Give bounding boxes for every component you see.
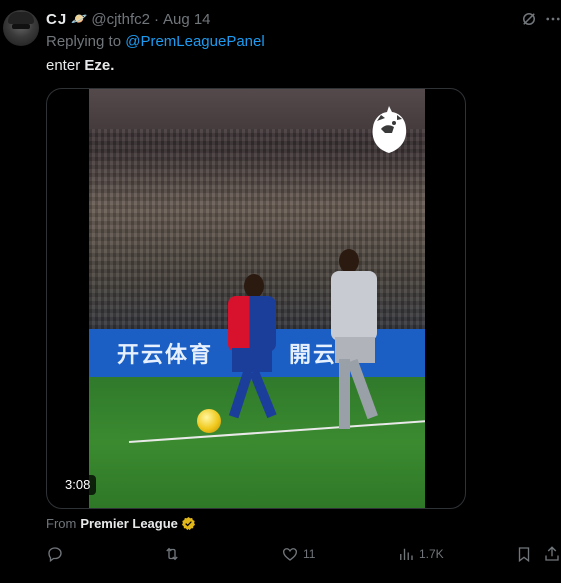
grok-icon[interactable] bbox=[520, 10, 538, 28]
tweet-text-plain: enter bbox=[46, 57, 85, 74]
like-count: 11 bbox=[303, 547, 316, 561]
player-grey bbox=[321, 249, 401, 449]
separator-dot: · bbox=[153, 10, 159, 28]
tweet-text-bold: Eze. bbox=[84, 57, 115, 74]
retweet-icon bbox=[166, 547, 178, 561]
premier-league-lion-icon bbox=[372, 106, 407, 153]
reply-context: Replying to @PremLeaguePanel bbox=[46, 33, 265, 50]
media-source: From Premier League bbox=[46, 516, 196, 531]
football bbox=[197, 409, 221, 433]
author-handle[interactable]: @cjthfc2 bbox=[91, 11, 150, 28]
author-name[interactable]: CJ bbox=[46, 11, 67, 28]
tweet-header: CJ 🪐 @cjthfc2 · Aug 14 bbox=[46, 9, 211, 29]
tweet-text: enter Eze. bbox=[46, 57, 114, 74]
reply-button[interactable] bbox=[46, 544, 68, 564]
views-icon bbox=[400, 548, 413, 560]
reply-icon bbox=[48, 547, 62, 563]
share-icon bbox=[545, 546, 559, 561]
board-text-left: 开云体育 bbox=[117, 342, 214, 367]
player-red-blue bbox=[214, 274, 294, 429]
reply-to-link[interactable]: @PremLeaguePanel bbox=[125, 33, 264, 50]
video-frame[interactable]: 开云体育 開云 bbox=[89, 89, 425, 508]
retweet-button[interactable] bbox=[163, 544, 185, 564]
views-button[interactable]: 1.7K bbox=[397, 544, 444, 564]
avatar[interactable] bbox=[3, 10, 39, 46]
bookmark-button[interactable] bbox=[515, 544, 533, 564]
tweet-date[interactable]: Aug 14 bbox=[163, 11, 211, 28]
more-icon[interactable] bbox=[544, 10, 561, 28]
like-button[interactable]: 11 bbox=[281, 544, 315, 564]
like-icon bbox=[282, 548, 298, 561]
video-duration: 3:08 bbox=[59, 475, 97, 495]
author-emoji: 🪐 bbox=[71, 11, 88, 26]
video-player[interactable]: 开云体育 開云 3:08 bbox=[46, 88, 466, 509]
verified-badge-icon bbox=[181, 516, 195, 531]
views-count: 1.7K bbox=[419, 547, 444, 561]
action-bar: 11 1.7K bbox=[0, 544, 561, 566]
source-name[interactable]: Premier League bbox=[80, 516, 178, 531]
bookmark-icon bbox=[518, 547, 530, 563]
source-prefix: From bbox=[46, 516, 77, 531]
share-button[interactable] bbox=[543, 544, 561, 564]
reply-prefix: Replying to bbox=[46, 33, 122, 50]
